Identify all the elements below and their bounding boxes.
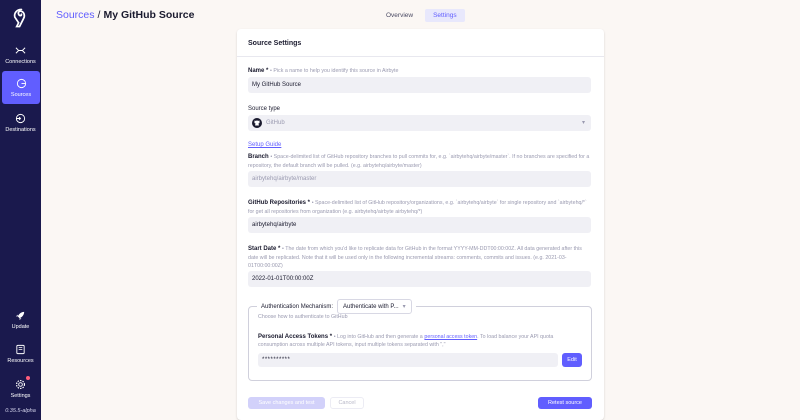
- breadcrumb: Sources / My GitHub Source: [56, 9, 194, 21]
- start-date-help: • The date from which you'd like to repl…: [248, 246, 582, 269]
- sidebar-item-label: Resources: [7, 357, 34, 364]
- sidebar-item-label: Destinations: [5, 126, 36, 133]
- pat-label: Personal Access Tokens *: [258, 334, 333, 340]
- notification-dot: [26, 376, 30, 380]
- branch-input[interactable]: airbytehq/airbyte/master: [248, 171, 591, 187]
- tab-settings[interactable]: Settings: [425, 9, 465, 22]
- repositories-label: GitHub Repositories *: [248, 200, 311, 206]
- sidebar-item-label: Settings: [10, 392, 31, 399]
- start-date-input[interactable]: 2022-01-01T00:00:00Z: [248, 271, 591, 287]
- authentication-legend: Authentication Mechanism: Authenticate w…: [257, 299, 416, 314]
- name-field: Name * • Pick a name to help you identif…: [248, 67, 591, 76]
- save-changes-button[interactable]: Save changes and test: [248, 397, 325, 409]
- sidebar-item-destinations[interactable]: Destinations: [0, 106, 41, 139]
- pat-help-pre: • Log into GitHub and then generate a: [333, 334, 423, 340]
- authentication-select[interactable]: Authenticate with P... ▾: [337, 299, 412, 314]
- airbyte-logo-icon[interactable]: [11, 8, 30, 28]
- sidebar-item-label: Connections: [5, 58, 36, 65]
- source-type-value: GitHub: [266, 120, 285, 126]
- breadcrumb-separator: /: [97, 9, 101, 21]
- breadcrumb-link-sources[interactable]: Sources: [56, 9, 95, 21]
- sidebar-item-sources[interactable]: Sources: [2, 71, 40, 104]
- name-help: • Pick a name to help you identify this …: [270, 68, 399, 74]
- pat-link[interactable]: personal access token: [424, 334, 477, 340]
- card-title: Source Settings: [248, 40, 302, 47]
- retest-source-button[interactable]: Retest source: [538, 397, 592, 409]
- setup-guide-row: Setup Guide: [248, 133, 591, 151]
- github-icon: [252, 118, 262, 128]
- book-icon: [16, 344, 25, 354]
- page-title: My GitHub Source: [103, 9, 195, 21]
- source-type-label: Source type: [248, 106, 281, 112]
- authentication-help: Choose how to authenticate to GitHub: [258, 314, 348, 320]
- setup-guide-link[interactable]: Setup Guide: [248, 142, 281, 148]
- destinations-icon: [15, 113, 26, 123]
- connections-icon: [15, 46, 26, 54]
- pat-label-row: Personal Access Tokens * • Log into GitH…: [258, 334, 583, 349]
- divider: [237, 56, 604, 57]
- repositories-field: GitHub Repositories * • Space-delimited …: [248, 199, 591, 216]
- edit-token-button[interactable]: Edit: [562, 353, 582, 367]
- sidebar-item-label: Sources: [10, 91, 32, 98]
- version-label: 0.35.5-alpha: [5, 408, 36, 414]
- source-type-field: Source type: [248, 105, 591, 113]
- source-type-select[interactable]: GitHub ▾: [248, 115, 591, 131]
- page-header: Sources / My GitHub Source Overview Settin…: [41, 0, 800, 30]
- repositories-input[interactable]: airbytehq/airbyte: [248, 217, 591, 233]
- tab-bar: Overview Settings: [378, 9, 465, 22]
- start-date-label: Start Date *: [248, 246, 281, 252]
- branch-field: Branch • Space-delimited list of GitHub …: [248, 153, 591, 170]
- sidebar: Connections Sources Destinations Update …: [0, 0, 41, 420]
- gear-icon: [15, 379, 26, 389]
- pat-input[interactable]: **********: [258, 353, 558, 367]
- sidebar-item-connections[interactable]: Connections: [0, 38, 41, 71]
- branch-help: • Space-delimited list of GitHub reposit…: [248, 154, 590, 169]
- chevron-down-icon: ▾: [402, 304, 406, 310]
- authentication-group: Authentication Mechanism: Authenticate w…: [248, 299, 592, 381]
- authentication-select-value: Authenticate with P...: [343, 303, 399, 310]
- sidebar-item-settings[interactable]: Settings: [0, 372, 41, 405]
- authentication-label: Authentication Mechanism:: [261, 303, 334, 310]
- sidebar-item-update[interactable]: Update: [0, 303, 41, 336]
- sources-icon: [16, 78, 26, 88]
- rocket-icon: [15, 311, 25, 320]
- tab-overview[interactable]: Overview: [378, 9, 421, 22]
- chevron-down-icon: ▾: [581, 120, 585, 126]
- cancel-button[interactable]: Cancel: [330, 397, 364, 409]
- branch-label: Branch: [248, 154, 269, 160]
- start-date-field: Start Date * • The date from which you'd…: [248, 245, 591, 271]
- sidebar-item-label: Update: [11, 323, 30, 330]
- sidebar-item-resources[interactable]: Resources: [0, 337, 41, 370]
- name-label: Name *: [248, 68, 269, 74]
- name-input[interactable]: My GitHub Source: [248, 77, 591, 93]
